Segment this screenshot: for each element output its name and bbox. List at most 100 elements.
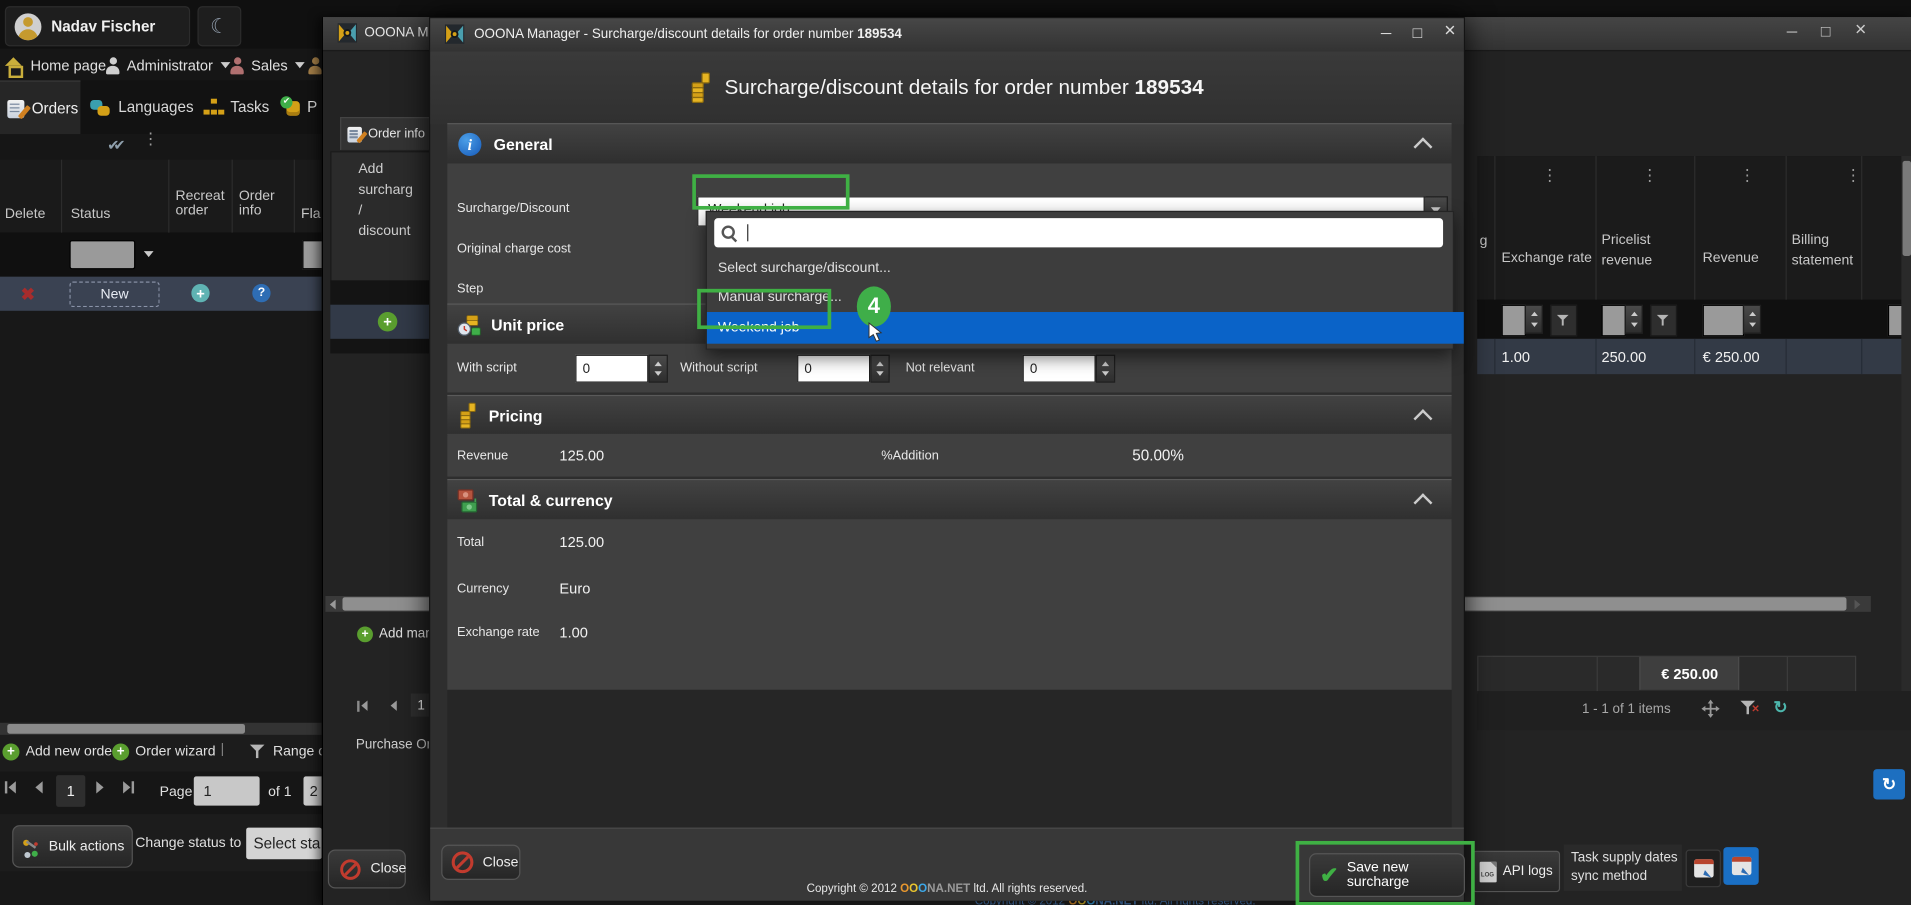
dropdown-search-box[interactable] [714,218,1443,247]
billing-grid-vscrollbar[interactable] [1901,156,1911,729]
inner-page-first[interactable] [357,700,368,712]
filter-stepper[interactable] [1625,305,1643,334]
with-script-stepper[interactable] [648,355,668,383]
user-chip[interactable]: Nadav Fischer [5,6,190,46]
minimize-icon[interactable]: ─ [1381,24,1391,41]
without-script-stepper[interactable] [870,355,890,383]
maximize-icon[interactable]: □ [1413,23,1423,41]
pan-icon[interactable] [1701,700,1719,718]
order-info-icon[interactable]: ? [252,284,270,302]
col-recreate-order[interactable]: Recreatorder [176,189,225,218]
filter-stepper[interactable] [1525,305,1543,334]
page-first-button[interactable] [5,781,16,793]
page-prev-button[interactable] [35,781,42,793]
section-total-body: Total 125.00 Currency Euro Exchange rate… [447,519,1451,690]
minimize-icon[interactable]: ─ [1787,23,1797,40]
page-input[interactable]: 1 [194,776,260,805]
tab-tasks[interactable]: Tasks [197,80,273,134]
column-menu-icon[interactable]: ⋮ [1642,173,1658,178]
collapse-icon[interactable] [1413,409,1432,428]
select-status-dropdown[interactable]: Select sta [246,828,322,860]
not-relevant-input[interactable]: 0 [1023,355,1096,383]
column-menu-icon[interactable]: ⋮ [1739,173,1755,178]
surcharge-selected-row[interactable]: + [330,305,430,339]
status-filter-dropdown[interactable] [137,240,161,267]
summary-revenue-cell: € 250.00 [1639,657,1739,690]
section-total-header[interactable]: Total & currency [447,479,1451,522]
delete-icon[interactable]: ✖ [21,284,35,305]
section-general-header[interactable]: General [447,123,1451,164]
tab-languages[interactable]: Languages [83,80,195,134]
api-logs-button[interactable]: API logs [1472,851,1560,892]
menu-administrator[interactable]: Administrator [105,54,230,77]
col-billing-statement[interactable]: Billingstatement [1792,230,1854,271]
page-size-select[interactable]: 2 [303,776,321,805]
page-number-button[interactable]: 1 [56,775,85,807]
order-row[interactable]: ✖ New + ? [0,277,322,311]
add-manual-button[interactable]: + Add man [357,624,433,644]
collapse-icon[interactable] [1413,137,1432,156]
filter-input[interactable] [1703,305,1744,337]
status-filter-input[interactable] [69,240,135,269]
tab-partial[interactable]: P [275,80,321,134]
column-menu-icon[interactable]: ⋮ [1542,173,1558,178]
tasks-tab-icon [204,98,224,116]
col-exchange-rate[interactable]: Exchange rate [1502,251,1592,266]
tab-order-info[interactable]: Order info [340,117,433,150]
col-revenue[interactable]: Revenue [1703,251,1759,266]
menu-partial-item[interactable] [307,54,323,77]
dialog-titlebar[interactable]: OOONA Manager - Surcharge/discount detai… [430,18,1464,52]
column-menu-icon[interactable]: ⋮ [1845,173,1861,178]
tab-orders[interactable]: Orders [0,80,80,135]
order-wizard-button[interactable]: + Order wizard [112,741,215,763]
billing-grid-row[interactable]: 1.00 250.00 € 250.00 [1477,339,1911,374]
without-script-input[interactable]: 0 [797,355,870,383]
recreate-order-icon[interactable]: + [191,284,209,302]
section-pricing-body: Revenue 125.00 %Addition 50.00% [447,434,1451,477]
scrollbar-thumb[interactable] [1903,161,1911,256]
add-new-order-button[interactable]: + Add new order [2,741,116,763]
page-next-button[interactable] [96,781,103,793]
sync-refresh-button[interactable]: ↻ [1873,769,1905,799]
filter-funnel-button[interactable] [1550,305,1577,337]
grid-status-bar: 1 - 1 of 1 items ✕ ↻ [1477,691,1911,730]
collapse-icon[interactable] [1413,493,1432,512]
menu-sales[interactable]: Sales [229,54,305,77]
select-all-icon[interactable]: ✔✔ [107,137,119,154]
menu-home[interactable]: Home page [5,54,106,77]
column-menu-icon[interactable]: ⋮ [143,137,159,142]
col-pricelist-revenue[interactable]: Pricelistrevenue [1602,230,1653,271]
scroll-left-icon[interactable] [330,600,336,610]
col-flag[interactable]: Fla [301,207,320,222]
task-sync-auto-button[interactable] [1723,847,1758,885]
filter-input[interactable] [1602,305,1626,337]
section-pricing-header[interactable]: Pricing [447,395,1451,436]
page-last-button[interactable] [123,781,134,793]
scroll-right-icon[interactable] [1855,600,1861,610]
status-badge[interactable]: New [69,282,159,308]
left-grid-hscrollbar[interactable] [0,723,322,735]
dropdown-item-select[interactable]: Select surcharge/discount... [707,254,1464,283]
filter-stepper[interactable] [1743,305,1761,334]
range-filter-button[interactable]: Range o [250,741,326,763]
col-order-info[interactable]: Orderinfo [239,189,275,218]
add-surcharge-row-icon[interactable]: + [378,312,398,332]
save-new-surcharge-button[interactable]: ✔ Save new surcharge [1309,853,1465,897]
with-script-input[interactable]: 0 [575,355,648,383]
filter-input[interactable] [1502,305,1526,337]
col-delete[interactable]: Delete [5,207,46,222]
dark-mode-button[interactable]: ☾ [197,6,241,46]
dialog-close-button[interactable]: Close [441,845,520,880]
not-relevant-stepper[interactable] [1096,355,1116,383]
scrollbar-thumb[interactable] [7,724,245,734]
filter-funnel-button[interactable] [1650,305,1677,337]
order-window-close-button[interactable]: Close [328,850,406,889]
close-icon[interactable]: × [1444,21,1455,43]
bulk-actions-button[interactable]: Bulk actions [12,825,133,868]
col-status[interactable]: Status [71,207,111,222]
maximize-icon[interactable]: □ [1821,22,1831,40]
close-icon[interactable]: × [1855,20,1866,42]
refresh-icon[interactable]: ↻ [1773,697,1787,718]
task-sync-manual-button[interactable] [1686,850,1721,888]
inner-page-prev[interactable] [390,700,397,712]
